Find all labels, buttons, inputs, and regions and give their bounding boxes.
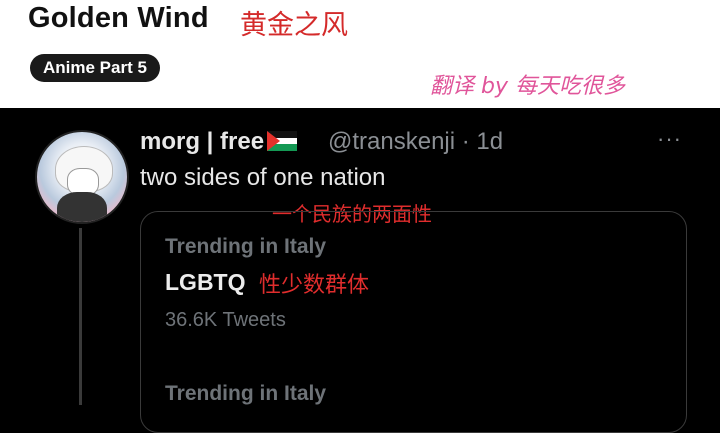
handle-and-time[interactable]: @transkenji · 1d xyxy=(328,128,503,156)
avatar-body xyxy=(57,192,107,222)
tweet[interactable]: morg | free @transkenji · 1d ··· two sid… xyxy=(0,108,720,433)
header-area: Golden Wind 黄金之风 Anime Part 5 翻译 by 每天吃很… xyxy=(0,0,720,108)
trend-topic-translation: 性少数群体 xyxy=(259,273,370,298)
thread-line xyxy=(79,228,82,405)
trend-label: Trending in Italy xyxy=(165,382,327,405)
display-name[interactable]: morg | free xyxy=(140,128,298,156)
translation-credit: 翻译 by 每天吃很多 xyxy=(430,74,625,99)
more-options-icon[interactable]: ··· xyxy=(657,126,682,152)
palestine-flag-icon xyxy=(267,131,298,151)
category-tag[interactable]: Anime Part 5 xyxy=(30,54,160,82)
trend-tweet-count: 36.6K Tweets xyxy=(165,309,286,331)
tweet-text: two sides of one nation xyxy=(140,164,386,191)
quoted-trend-card[interactable]: Trending in Italy LGBTQ 性少数群体 36.6K Twee… xyxy=(140,211,687,433)
page-title-translation: 黄金之风 xyxy=(240,10,348,41)
trend-label: Trending in Italy xyxy=(165,235,327,258)
page-title: Golden Wind xyxy=(28,2,209,34)
trend-topic[interactable]: LGBTQ xyxy=(165,269,246,296)
avatar[interactable] xyxy=(35,130,129,224)
display-name-text: morg | free xyxy=(140,128,265,155)
